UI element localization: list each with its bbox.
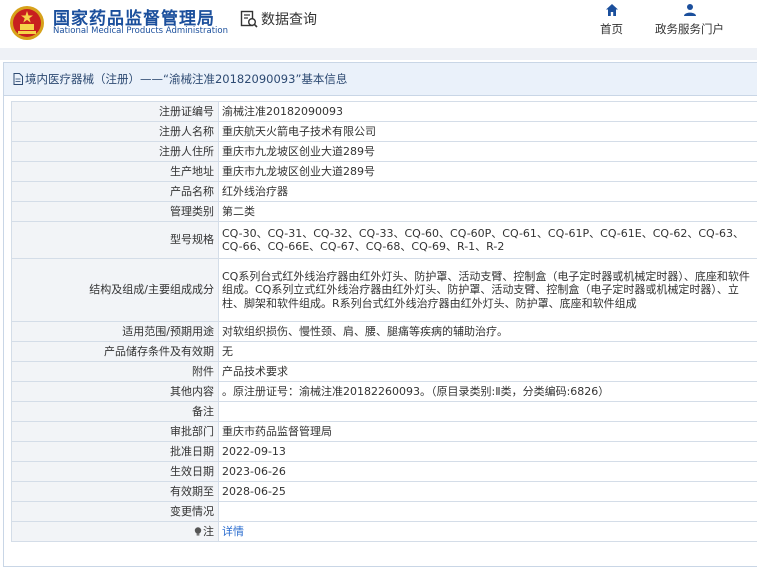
row-value: 重庆市九龙坡区创业大道289号	[218, 161, 757, 182]
row-label-note: 注	[11, 521, 219, 542]
row-label: 结构及组成/主要组成成分	[11, 258, 219, 322]
row-value: CQ系列台式红外线治疗器由红外灯头、防护罩、活动支臂、控制盒（电子定时器或机械定…	[218, 258, 757, 322]
nav-home[interactable]: 首页	[600, 3, 623, 37]
row-value: 产品技术要求	[218, 361, 757, 382]
table-row: 注 详情	[11, 521, 757, 542]
row-value: 重庆航天火箭电子技术有限公司	[218, 121, 757, 142]
table-row: 有效期至 2028-06-25	[11, 481, 757, 502]
user-icon	[683, 4, 696, 16]
row-label: 管理类别	[11, 201, 219, 222]
table-row: 生效日期 2023-06-26	[11, 461, 757, 482]
row-value: 第二类	[218, 201, 757, 222]
table-row: 适用范围/预期用途 对软组织损伤、慢性颈、肩、腰、腿痛等疾病的辅助治疗。	[11, 321, 757, 342]
table-row: 变更情况	[11, 501, 757, 522]
row-value-note: 详情	[218, 521, 757, 542]
row-label: 生效日期	[11, 461, 219, 482]
org-name-en: National Medical Products Administration	[53, 26, 228, 36]
row-value: 2023-06-26	[218, 461, 757, 482]
row-label: 变更情况	[11, 501, 219, 522]
table-row: 产品名称 红外线治疗器	[11, 181, 757, 202]
panel-title: 境内医疗器械（注册）——“渝械注准20182090093”基本信息	[25, 72, 348, 86]
row-label: 其他内容	[11, 381, 219, 402]
lightbulb-icon	[194, 527, 202, 536]
panel-header: 境内医疗器械（注册）——“渝械注准20182090093”基本信息	[4, 63, 757, 96]
national-emblem-icon	[10, 6, 44, 40]
table-row: 注册人名称 重庆航天火箭电子技术有限公司	[11, 121, 757, 142]
data-query-icon	[240, 10, 258, 28]
row-value: 重庆市九龙坡区创业大道289号	[218, 141, 757, 162]
table-row: 其他内容 。原注册证号：渝械注准20182260093。（原目录类别:Ⅱ类，分类编…	[11, 381, 757, 402]
row-value: 无	[218, 341, 757, 362]
site-header: 国家药品监督管理局 National Medical Products Admi…	[0, 0, 757, 48]
row-value	[218, 401, 757, 422]
row-label: 审批部门	[11, 421, 219, 442]
row-label: 注册人住所	[11, 141, 219, 162]
header-divider-band	[0, 48, 757, 60]
row-value: 。原注册证号：渝械注准20182260093。（原目录类别:Ⅱ类，分类编码:68…	[218, 381, 757, 402]
table-row: 管理类别 第二类	[11, 201, 757, 222]
row-label: 适用范围/预期用途	[11, 321, 219, 342]
row-label: 批准日期	[11, 441, 219, 462]
table-row: 生产地址 重庆市九龙坡区创业大道289号	[11, 161, 757, 182]
table-row: 注册证编号 渝械注准20182090093	[11, 101, 757, 122]
row-label: 生产地址	[11, 161, 219, 182]
nav-home-label: 首页	[600, 22, 623, 36]
row-label: 型号规格	[11, 221, 219, 259]
table-row: 型号规格 CQ-30、CQ-31、CQ-32、CQ-33、CQ-60、CQ-60P…	[11, 221, 757, 259]
table-row: 产品储存条件及有效期无	[11, 341, 757, 362]
row-value: 红外线治疗器	[218, 181, 757, 202]
row-value: 2028-06-25	[218, 481, 757, 502]
detail-panel: 境内医疗器械（注册）——“渝械注准20182090093”基本信息 注册证编号渝…	[3, 62, 757, 567]
table-row: 备注	[11, 401, 757, 422]
row-value: 重庆市药品监督管理局	[218, 421, 757, 442]
table-row: 结构及组成/主要组成成分 CQ系列台式红外线治疗器由红外灯头、防护罩、活动支臂、控…	[11, 258, 757, 322]
row-label: 注册证编号	[11, 101, 219, 122]
table-row: 附件 产品技术要求	[11, 361, 757, 382]
row-value: 2022-09-13	[218, 441, 757, 462]
nav-service-portal-label: 政务服务门户	[655, 22, 724, 36]
row-label: 产品储存条件及有效期	[11, 341, 219, 362]
row-label: 附件	[11, 361, 219, 382]
row-value: CQ-30、CQ-31、CQ-32、CQ-33、CQ-60、CQ-60P、CQ-…	[218, 221, 757, 259]
row-label: 备注	[11, 401, 219, 422]
data-query-label: 数据查询	[261, 12, 317, 28]
row-label: 产品名称	[11, 181, 219, 202]
data-query-link[interactable]: 数据查询	[240, 9, 317, 29]
row-label: 有效期至	[11, 481, 219, 502]
document-icon	[13, 73, 23, 85]
note-label: 注	[203, 524, 214, 538]
table-row: 审批部门 重庆市药品监督管理局	[11, 421, 757, 442]
table-row: 批准日期 2022-09-13	[11, 441, 757, 462]
registration-info-table: 注册证编号 渝械注准20182090093 注册人名称 重庆航天火箭电子技术有限公司…	[11, 101, 757, 542]
table-row: 注册人住所 重庆市九龙坡区创业大道289号	[11, 141, 757, 162]
row-label: 注册人名称	[11, 121, 219, 142]
row-value	[218, 501, 757, 522]
row-value: 渝械注准20182090093	[218, 101, 757, 122]
nav-service-portal[interactable]: 政务服务门户	[655, 3, 724, 37]
home-icon	[605, 4, 618, 16]
row-value: 对软组织损伤、慢性颈、肩、腰、腿痛等疾病的辅助治疗。	[218, 321, 757, 342]
details-link[interactable]: 详情	[222, 525, 244, 538]
